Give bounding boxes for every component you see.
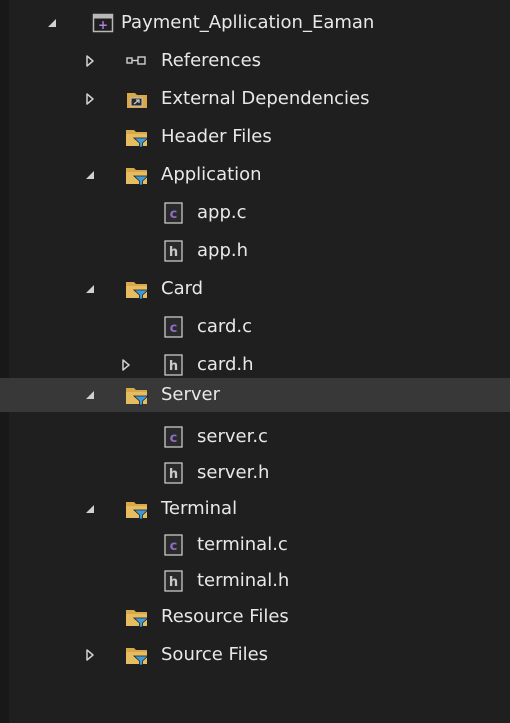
filter-folder-icon <box>126 168 149 186</box>
external-dependencies-icon <box>127 93 147 108</box>
svg-text:c: c <box>170 539 178 554</box>
project-node-payment-application[interactable]: + Payment_Apllication_Eaman <box>0 6 510 40</box>
tree-item-app-c[interactable]: c app.c <box>0 196 510 230</box>
collapsed-arrow-icon[interactable] <box>83 54 97 68</box>
c-file-icon: c <box>164 534 183 556</box>
tree-item-resource-files[interactable]: Resource Files <box>0 600 510 634</box>
filter-folder-icon <box>126 610 149 628</box>
tree-item-card-c[interactable]: c card.c <box>0 310 510 344</box>
svg-text:c: c <box>170 321 178 336</box>
tree-item-server[interactable]: Server <box>0 378 510 412</box>
expanded-arrow-icon[interactable] <box>83 502 97 516</box>
tree-item-label: app.c <box>197 202 247 223</box>
tree-item-label: References <box>161 50 262 71</box>
tree-item-label: Application <box>161 164 262 185</box>
collapsed-arrow-icon[interactable] <box>119 358 133 372</box>
tree-item-label: Source Files <box>161 644 269 665</box>
tree-item-label: Terminal <box>161 498 238 519</box>
h-file-icon: h <box>164 354 183 376</box>
svg-text:+: + <box>98 18 108 32</box>
tree-item-card[interactable]: Card <box>0 272 510 306</box>
tree-item-terminal-c[interactable]: c terminal.c <box>0 528 510 562</box>
expanded-arrow-icon[interactable] <box>83 388 97 402</box>
tree-item-label: External Dependencies <box>161 88 370 109</box>
filter-folder-icon <box>126 502 149 520</box>
references-icon <box>126 56 146 65</box>
solution-explorer-tree: + Payment_Apllication_Eaman References E… <box>0 0 510 723</box>
tree-item-label: card.h <box>197 354 254 375</box>
c-file-icon: c <box>164 426 183 448</box>
svg-text:h: h <box>169 359 178 374</box>
tree-item-label: Card <box>161 278 204 299</box>
filter-folder-icon <box>126 648 149 666</box>
filter-folder-icon <box>126 388 149 406</box>
project-label: Payment_Apllication_Eaman <box>121 12 375 33</box>
tree-item-label: server.h <box>197 462 270 483</box>
tree-item-terminal-h[interactable]: h terminal.h <box>0 564 510 598</box>
c-file-icon: c <box>164 316 183 338</box>
filter-folder-icon <box>126 282 149 300</box>
svg-text:c: c <box>170 207 178 222</box>
tree-item-application[interactable]: Application <box>0 158 510 192</box>
tree-item-server-c[interactable]: c server.c <box>0 420 510 454</box>
expanded-arrow-icon[interactable] <box>83 282 97 296</box>
collapsed-arrow-icon[interactable] <box>83 92 97 106</box>
tree-item-label: Server <box>161 384 221 405</box>
h-file-icon: h <box>164 240 183 262</box>
tree-item-server-h[interactable]: h server.h <box>0 456 510 490</box>
project-icon: + <box>92 13 114 33</box>
tree-item-terminal[interactable]: Terminal <box>0 492 510 526</box>
tree-item-header-files[interactable]: Header Files <box>0 120 510 154</box>
tree-item-label: card.c <box>197 316 253 337</box>
svg-text:h: h <box>169 245 178 260</box>
svg-text:h: h <box>169 575 178 590</box>
expanded-arrow-icon[interactable] <box>45 16 59 30</box>
tree-item-label: app.h <box>197 240 249 261</box>
svg-text:h: h <box>169 467 178 482</box>
svg-text:c: c <box>170 431 178 446</box>
tree-item-app-h[interactable]: h app.h <box>0 234 510 268</box>
c-file-icon: c <box>164 202 183 224</box>
tree-item-label: Resource Files <box>161 606 289 627</box>
tree-item-label: terminal.c <box>197 534 288 555</box>
h-file-icon: h <box>164 462 183 484</box>
tree-item-card-h[interactable]: h card.h <box>0 348 510 382</box>
h-file-icon: h <box>164 570 183 592</box>
tree-item-label: terminal.h <box>197 570 290 591</box>
tree-item-references[interactable]: References <box>0 44 510 78</box>
collapsed-arrow-icon[interactable] <box>83 648 97 662</box>
tree-item-source-files[interactable]: Source Files <box>0 638 510 672</box>
tree-item-label: server.c <box>197 426 268 447</box>
tree-item-label: Header Files <box>161 126 272 147</box>
tree-item-external-dependencies[interactable]: External Dependencies <box>0 82 510 116</box>
expanded-arrow-icon[interactable] <box>83 168 97 182</box>
filter-folder-icon <box>126 130 149 148</box>
